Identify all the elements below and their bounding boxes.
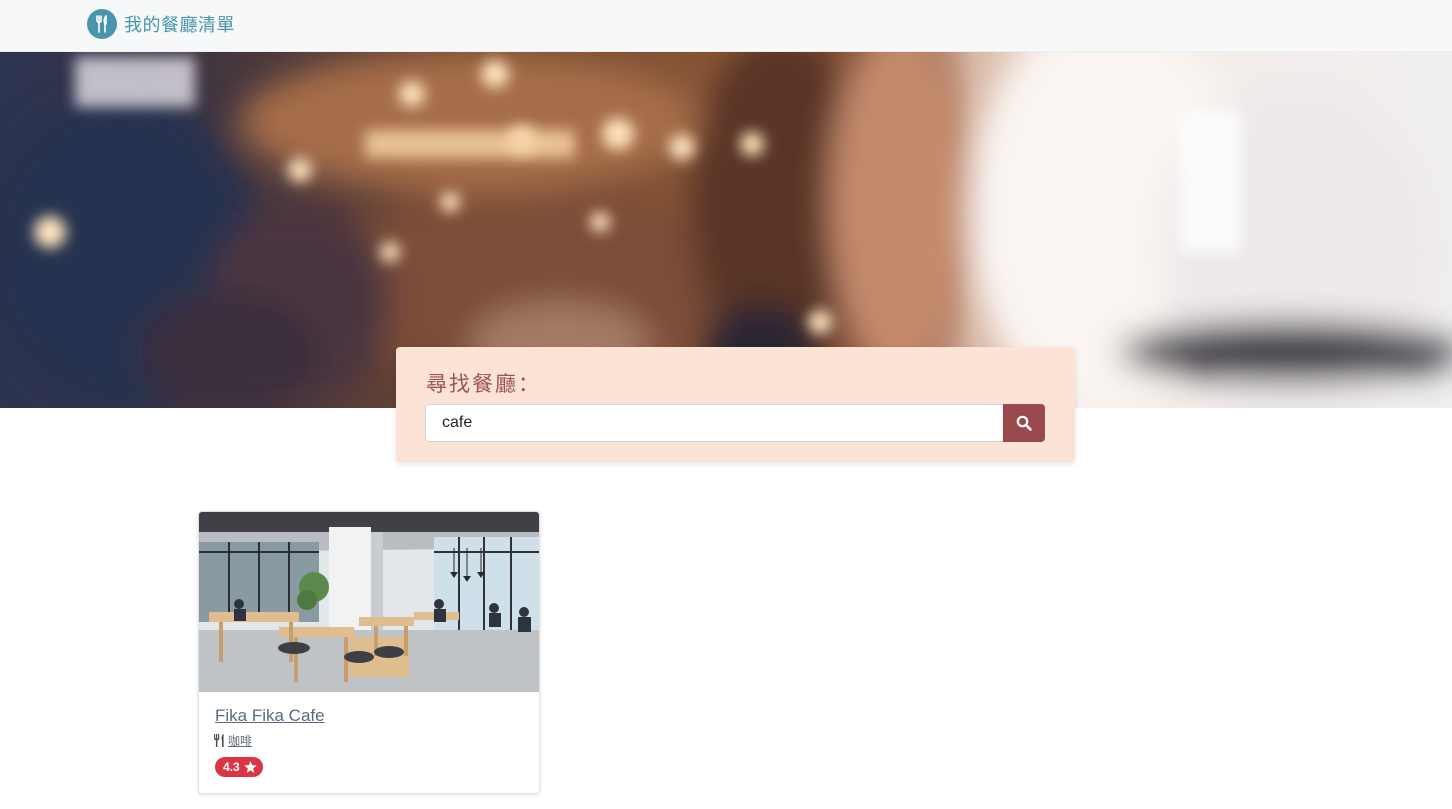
brand-link[interactable]: 我的餐廳清單 [87, 9, 235, 39]
search-button[interactable] [1003, 404, 1045, 442]
search-panel: 尋找餐廳： [396, 347, 1075, 462]
navbar: 我的餐廳清單 [0, 0, 1452, 52]
category-label[interactable]: 咖啡 [228, 732, 252, 749]
search-icon [1016, 415, 1032, 431]
utensils-icon [214, 733, 224, 747]
rating-badge: 4.3 [215, 757, 263, 777]
search-title: 尋找餐廳： [426, 372, 541, 396]
restaurant-card[interactable]: Fika Fika Cafe 咖啡 4.3 [198, 511, 540, 794]
restaurant-name-link[interactable]: Fika Fika Cafe [215, 706, 325, 726]
search-input[interactable] [425, 404, 1004, 442]
restaurant-category: 咖啡 [214, 732, 252, 748]
restaurant-photo[interactable] [199, 512, 540, 692]
rating-value: 4.3 [223, 760, 240, 774]
star-icon [243, 761, 257, 773]
brand-title: 我的餐廳清單 [124, 15, 235, 36]
utensils-icon [87, 9, 117, 39]
